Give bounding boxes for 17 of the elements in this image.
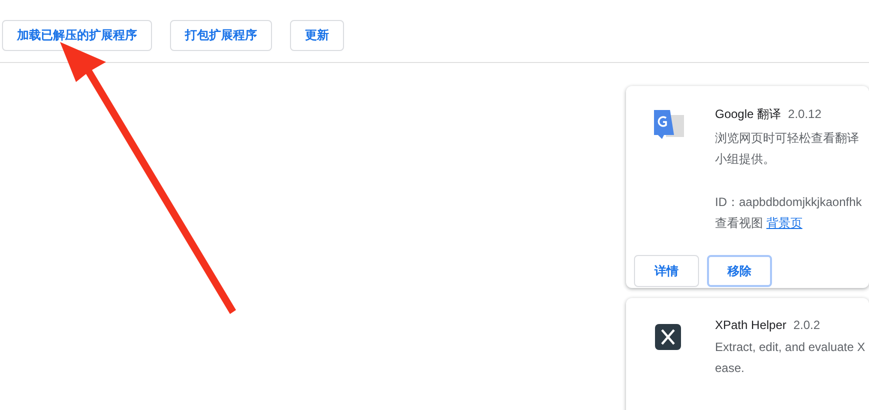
version-label: 2.0.2	[793, 318, 820, 332]
description-text: 小组提供。	[715, 151, 775, 168]
description-text: Extract, edit, and evaluate X	[715, 339, 866, 356]
background-page-link[interactable]: 背景页	[766, 216, 802, 230]
description-text: 浏览网页时可轻松查看翻译	[715, 130, 859, 147]
version-label: 2.0.12	[788, 107, 822, 121]
x-icon	[655, 324, 681, 350]
views-label: 查看视图	[715, 216, 763, 230]
extension-name: Google 翻译	[715, 106, 782, 123]
extension-id: ID：aapbdbdomjkkjkaonfhk	[715, 194, 862, 211]
details-button[interactable]: 详情	[634, 255, 699, 287]
toolbar-button[interactable]: 加载已解压的扩展程序	[2, 20, 152, 51]
toolbar-button[interactable]: 更新	[290, 20, 344, 51]
toolbar-button[interactable]: 打包扩展程序	[170, 20, 272, 51]
extension-name: XPath Helper	[715, 318, 786, 332]
description-text: ease.	[715, 360, 744, 377]
remove-button[interactable]: 移除	[707, 255, 772, 287]
